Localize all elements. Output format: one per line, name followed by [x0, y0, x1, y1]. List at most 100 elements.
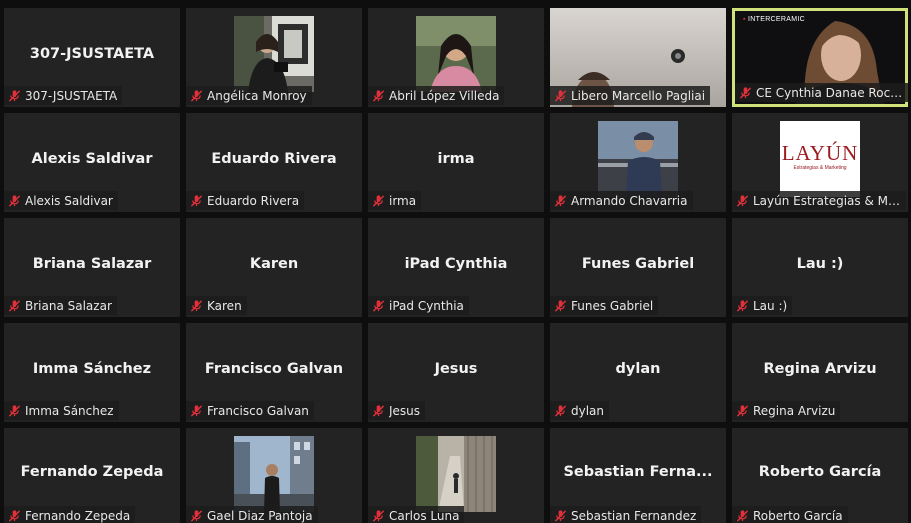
brand-overlay: ▪ INTERCERAMIC [743, 16, 805, 23]
participant-name-label: Imma Sánchez [4, 401, 119, 420]
muted-microphone-icon [554, 299, 567, 312]
participant-tile[interactable]: Armando Chavarria [550, 113, 726, 212]
participant-label-text: Fernando Zepeda [25, 508, 131, 523]
participant-tile[interactable]: Imma Sánchez Imma Sánchez [4, 323, 180, 422]
participant-label-text: Imma Sánchez [25, 403, 114, 418]
participant-label-text: Roberto García [753, 508, 843, 523]
participant-name-label: Libero Marcello Pagliai [550, 86, 711, 105]
participant-tile[interactable]: Sebastian Ferna... Sebastian Fernandez [550, 428, 726, 523]
muted-microphone-icon [372, 509, 385, 522]
muted-microphone-icon [190, 194, 203, 207]
participant-tile[interactable]: iPad Cynthia iPad Cynthia [368, 218, 544, 317]
muted-microphone-icon [190, 299, 203, 312]
participant-tile[interactable]: irma irma [368, 113, 544, 212]
participant-tile[interactable]: Briana Salazar Briana Salazar [4, 218, 180, 317]
participant-label-text: irma [389, 193, 417, 208]
participant-label-text: CE Cynthia Danae Rocha... [756, 85, 904, 100]
participant-name-label: Fernando Zepeda [4, 506, 136, 523]
participant-label-text: Francisco Galvan [207, 403, 309, 418]
muted-microphone-icon [8, 194, 21, 207]
muted-microphone-icon [8, 404, 21, 417]
muted-microphone-icon [372, 194, 385, 207]
participant-tile[interactable]: Funes Gabriel Funes Gabriel [550, 218, 726, 317]
participant-tile[interactable]: 307-JSUSTAETA 307-JSUSTAETA [4, 8, 180, 107]
participant-tile[interactable]: Lau :) Lau :) [732, 218, 908, 317]
participant-name-label: Regina Arvizu [732, 401, 841, 420]
participant-label-text: Lau :) [753, 298, 788, 313]
participant-tile[interactable]: Libero Marcello Pagliai [550, 8, 726, 107]
participant-label-text: Libero Marcello Pagliai [571, 88, 706, 103]
muted-microphone-icon [190, 89, 203, 102]
profile-photo [416, 436, 496, 512]
participant-name-label: Funes Gabriel [550, 296, 659, 315]
participant-name-label: Briana Salazar [4, 296, 117, 315]
participant-tile[interactable]: Alexis Saldivar Alexis Saldivar [4, 113, 180, 212]
participant-tile[interactable]: Jesus Jesus [368, 323, 544, 422]
participant-tile[interactable]: Carlos Luna [368, 428, 544, 523]
muted-microphone-icon [372, 404, 385, 417]
company-logo: LAYÚN Estrategias & Marketing [780, 121, 860, 197]
muted-microphone-icon [554, 194, 567, 207]
participant-name-label: Sebastian Fernandez [550, 506, 702, 523]
muted-microphone-icon [372, 89, 385, 102]
participant-tile[interactable]: Karen Karen [186, 218, 362, 317]
muted-microphone-icon [736, 509, 749, 522]
participant-label-text: dylan [571, 403, 605, 418]
participant-label-text: Briana Salazar [25, 298, 112, 313]
participant-name-label: Eduardo Rivera [186, 191, 305, 210]
participant-display-name: Roberto García [758, 463, 882, 480]
participant-tile[interactable]: LAYÚN Estrategias & Marketing Layún Estr… [732, 113, 908, 212]
participant-tile-active-speaker[interactable]: ▪ INTERCERAMIC CE Cynthia Danae Rocha... [732, 8, 908, 107]
participant-tile[interactable]: Gael Diaz Pantoja [186, 428, 362, 523]
participant-tile[interactable]: Angélica Monroy [186, 8, 362, 107]
participant-label-text: Carlos Luna [389, 508, 460, 523]
muted-microphone-icon [554, 89, 567, 102]
participant-name-label: Jesus [368, 401, 426, 420]
participant-name-label: Karen [186, 296, 247, 315]
participant-name-label: Roberto García [732, 506, 848, 523]
participant-tile[interactable]: dylan dylan [550, 323, 726, 422]
participant-name-label: Abril López Villeda [368, 86, 505, 105]
muted-microphone-icon [8, 509, 21, 522]
profile-photo [234, 16, 314, 92]
participant-label-text: Karen [207, 298, 242, 313]
participant-label-text: Gael Diaz Pantoja [207, 508, 313, 523]
participant-name-label: Layún Estrategias & Ma... [732, 191, 906, 210]
participant-name-label: 307-JSUSTAETA [4, 86, 123, 105]
participant-name-label: Alexis Saldivar [4, 191, 118, 210]
participant-label-text: iPad Cynthia [389, 298, 464, 313]
participant-tile[interactable]: Roberto García Roberto García [732, 428, 908, 523]
participant-label-text: Sebastian Fernandez [571, 508, 697, 523]
participant-tile[interactable]: Eduardo Rivera Eduardo Rivera [186, 113, 362, 212]
participant-display-name: Sebastian Ferna... [563, 463, 713, 480]
participant-label-text: Armando Chavarria [571, 193, 688, 208]
muted-microphone-icon [736, 299, 749, 312]
participant-label-text: Funes Gabriel [571, 298, 654, 313]
participant-label-text: Eduardo Rivera [207, 193, 300, 208]
muted-microphone-icon [554, 404, 567, 417]
participant-name-label: Gael Diaz Pantoja [186, 506, 318, 523]
participant-label-text: Jesus [389, 403, 421, 418]
participant-label-text: Alexis Saldivar [25, 193, 113, 208]
participant-name-label: Carlos Luna [368, 506, 465, 523]
participant-tile[interactable]: Francisco Galvan Francisco Galvan [186, 323, 362, 422]
participant-name-label: dylan [550, 401, 610, 420]
participant-label-text: Angélica Monroy [207, 88, 307, 103]
participant-name-label: Francisco Galvan [186, 401, 314, 420]
participant-tile[interactable]: Regina Arvizu Regina Arvizu [732, 323, 908, 422]
muted-microphone-icon [190, 404, 203, 417]
participant-name-label: Angélica Monroy [186, 86, 312, 105]
participant-tile[interactable]: Abril López Villeda [368, 8, 544, 107]
muted-microphone-icon [736, 404, 749, 417]
participant-name-label: Armando Chavarria [550, 191, 693, 210]
muted-microphone-icon [736, 194, 749, 207]
muted-microphone-icon [190, 509, 203, 522]
participant-name-label: iPad Cynthia [368, 296, 469, 315]
profile-photo [234, 436, 314, 512]
participant-name-label: CE Cynthia Danae Rocha... [735, 83, 908, 102]
gallery-grid: 307-JSUSTAETA 307-JSUSTAETA Angélica Mon… [4, 8, 911, 523]
participant-tile[interactable]: Fernando Zepeda Fernando Zepeda [4, 428, 180, 523]
muted-microphone-icon [554, 509, 567, 522]
participant-display-name: Fernando Zepeda [20, 463, 164, 480]
profile-photo [416, 16, 496, 92]
